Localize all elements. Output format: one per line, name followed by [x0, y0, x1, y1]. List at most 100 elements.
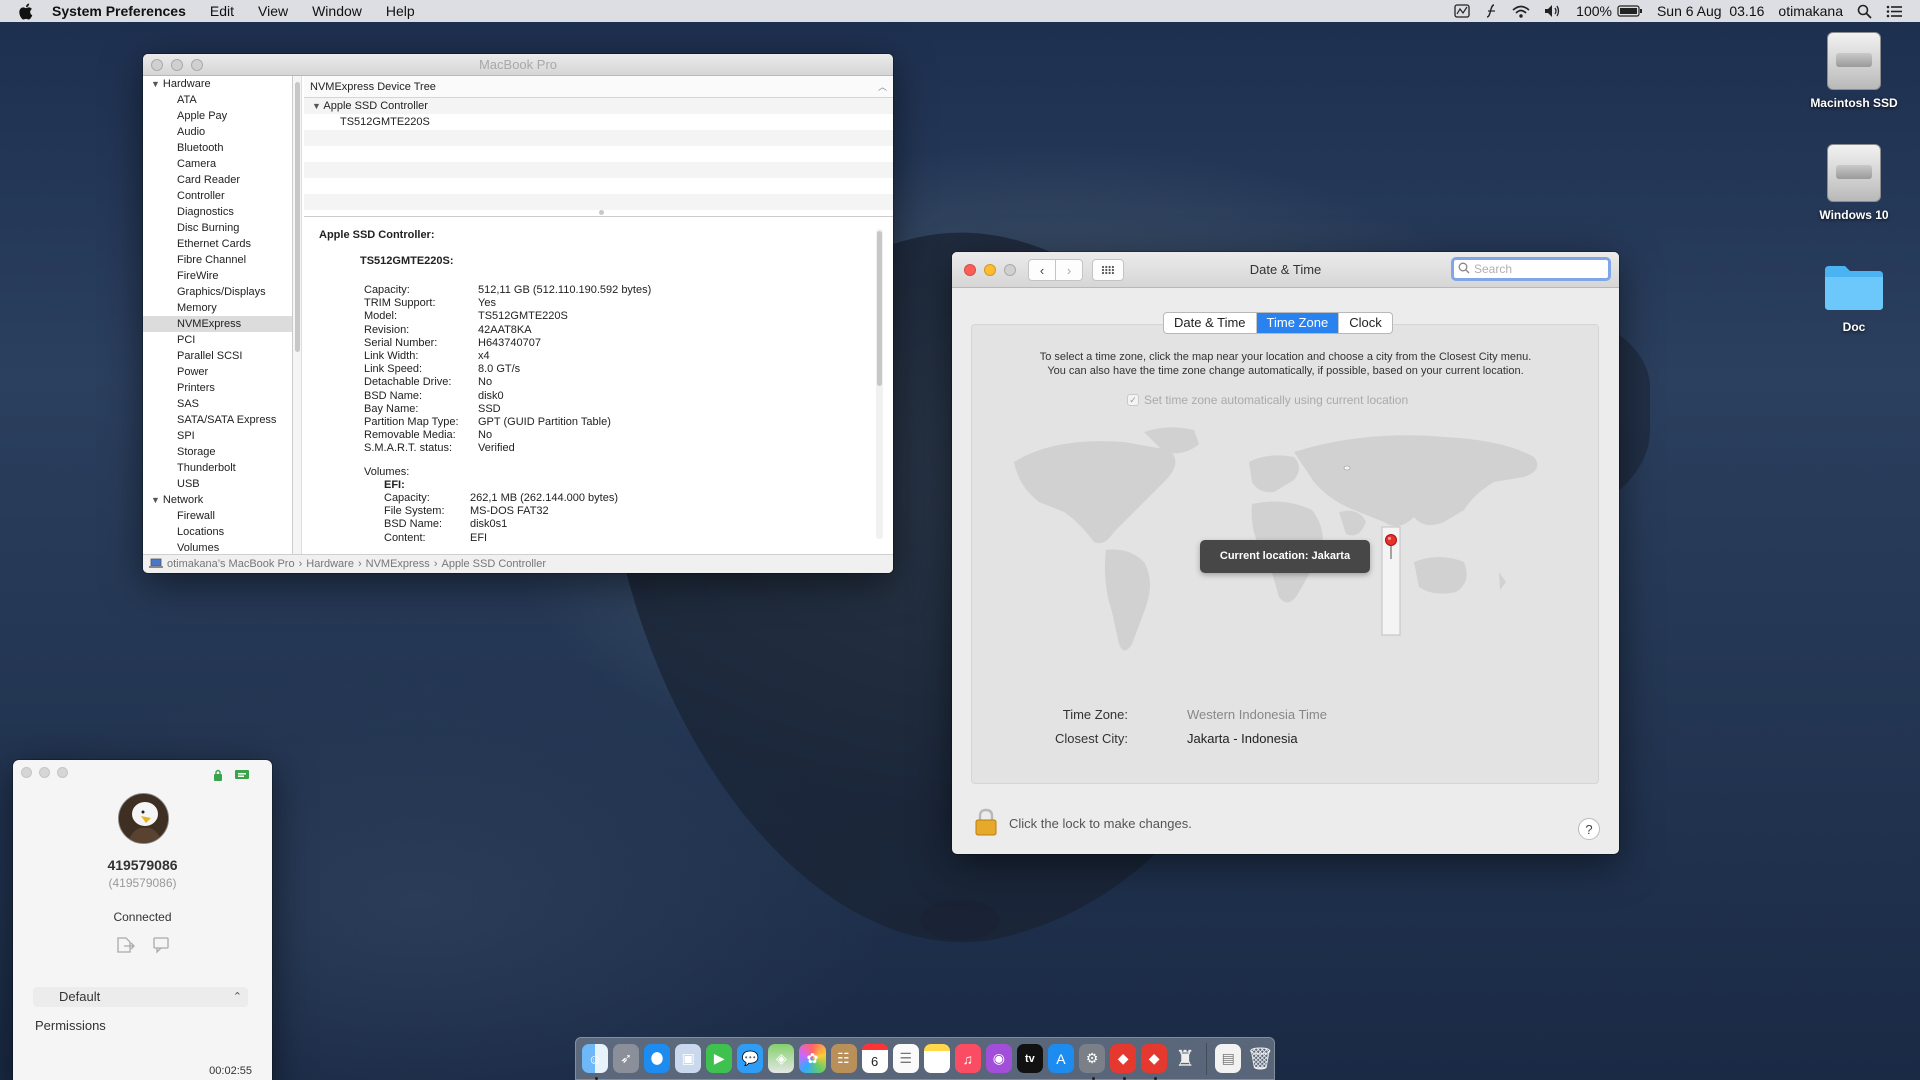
location-pin-icon[interactable] [1384, 534, 1398, 563]
sidebar-item-disc-burning[interactable]: Disc Burning [143, 220, 292, 236]
spotlight-search-icon[interactable] [1857, 4, 1872, 19]
maps-icon[interactable]: ◈ [768, 1044, 795, 1073]
desktop-icon-windows-10[interactable]: Windows 10 [1794, 144, 1914, 222]
chat-icon[interactable] [234, 769, 250, 785]
sidebar-item-nvmexpress[interactable]: NVMExpress [143, 316, 292, 332]
sidebar-item-apple-pay[interactable]: Apple Pay [143, 108, 292, 124]
tab-time-zone[interactable]: Time Zone [1256, 313, 1340, 333]
menu-user[interactable]: otimakana [1778, 3, 1843, 19]
anydesk-alt-icon[interactable]: ◆ [1141, 1044, 1168, 1080]
messages-icon[interactable]: 💬 [737, 1044, 764, 1073]
permissions-link[interactable]: Permissions [35, 1018, 106, 1033]
launchpad-icon[interactable]: ➶ [613, 1044, 640, 1073]
preview-icon[interactable]: ▣ [675, 1044, 702, 1073]
tab-clock[interactable]: Clock [1339, 313, 1392, 333]
sidebar-item-bluetooth[interactable]: Bluetooth [143, 140, 292, 156]
path-item[interactable]: Hardware [306, 558, 354, 570]
tv-icon[interactable]: tv [1016, 1044, 1043, 1073]
path-item[interactable]: Apple SSD Controller [441, 558, 546, 570]
path-item[interactable]: NVMExpress [366, 558, 430, 570]
search-input[interactable]: Search [1474, 262, 1512, 276]
sidebar-group-network[interactable]: ▼ Network [143, 492, 292, 508]
disclosure-triangle-icon[interactable]: ▼ [312, 101, 321, 111]
help-button[interactable]: ? [1578, 818, 1600, 840]
sidebar-item-firewire[interactable]: FireWire [143, 268, 292, 284]
path-item[interactable]: otimakana’s MacBook Pro [167, 558, 295, 570]
battery-percent[interactable]: 100% [1576, 3, 1612, 19]
disclosure-triangle-icon[interactable]: ▼ [151, 79, 160, 89]
lock-icon[interactable] [975, 808, 997, 839]
minimize-button[interactable] [39, 767, 50, 778]
script-icon[interactable] [1484, 4, 1498, 18]
reminders-icon[interactable]: ☰ [892, 1044, 919, 1073]
sidebar-item-spi[interactable]: SPI [143, 428, 292, 444]
tree-header[interactable]: NVMExpress Device Tree ︿ [304, 76, 893, 98]
app-store-icon[interactable]: A [1047, 1044, 1074, 1073]
anydesk-icon[interactable]: ◆ [1110, 1044, 1137, 1080]
sidebar-item-ethernet-cards[interactable]: Ethernet Cards [143, 236, 292, 252]
music-icon[interactable]: ♫ [954, 1044, 981, 1073]
sidebar-item-controller[interactable]: Controller [143, 188, 292, 204]
checkmark-icon[interactable]: ✓ [1127, 394, 1139, 406]
sidebar-item-audio[interactable]: Audio [143, 124, 292, 140]
sidebar-item-usb[interactable]: USB [143, 476, 292, 492]
sidebar-item-printers[interactable]: Printers [143, 380, 292, 396]
zoom-button[interactable] [57, 767, 68, 778]
auto-time-zone-checkbox[interactable]: ✓ Set time zone automatically using curr… [1127, 393, 1408, 407]
sidebar-scrollbar[interactable] [293, 76, 302, 554]
detail-scrollbar[interactable] [876, 229, 883, 539]
profile-select[interactable]: Default ⌃ [33, 987, 248, 1007]
menu-clock[interactable]: Sun 6 Aug 03.16 [1657, 3, 1764, 19]
file-transfer-icon[interactable] [116, 936, 136, 957]
sidebar-item-memory[interactable]: Memory [143, 300, 292, 316]
sidebar-item-thunderbolt[interactable]: Thunderbolt [143, 460, 292, 476]
sidebar-item-card-reader[interactable]: Card Reader [143, 172, 292, 188]
sidebar-item-sata-sata-express[interactable]: SATA/SATA Express [143, 412, 292, 428]
search-field[interactable]: Search [1451, 257, 1611, 281]
sidebar-group-hardware[interactable]: ▼ Hardware [143, 76, 292, 92]
split-divider-handle[interactable] [598, 210, 604, 215]
tree-row[interactable]: TS512GMTE220S [304, 114, 893, 130]
finder-icon[interactable]: ☺ [582, 1044, 609, 1080]
sidebar-item-parallel-scsi[interactable]: Parallel SCSI [143, 348, 292, 364]
menu-help[interactable]: Help [386, 3, 415, 19]
sidebar-item-camera[interactable]: Camera [143, 156, 292, 172]
volume-icon[interactable] [1544, 4, 1562, 18]
menu-view[interactable]: View [258, 3, 288, 19]
sidebar-item-volumes[interactable]: Volumes [143, 540, 292, 554]
tab-date-time[interactable]: Date & Time [1164, 313, 1257, 333]
sidebar-item-firewall[interactable]: Firewall [143, 508, 292, 524]
safari-icon[interactable]: ✦ [644, 1044, 671, 1073]
close-button[interactable] [21, 767, 32, 778]
documents-icon[interactable]: ▤ [1215, 1044, 1242, 1073]
notification-center-icon[interactable] [1886, 5, 1902, 18]
menu-edit[interactable]: Edit [210, 3, 234, 19]
podcasts-icon[interactable]: ◉ [985, 1044, 1012, 1073]
message-icon[interactable] [152, 936, 170, 957]
desktop-icon-macintosh-ssd[interactable]: Macintosh SSD [1794, 32, 1914, 110]
sidebar-item-sas[interactable]: SAS [143, 396, 292, 412]
photos-icon[interactable]: ✿ [799, 1044, 826, 1073]
activity-monitor-icon[interactable] [1454, 4, 1470, 18]
battery-icon[interactable] [1617, 5, 1643, 17]
chevron-up-icon[interactable]: ︿ [878, 76, 887, 98]
sidebar-item-ata[interactable]: ATA [143, 92, 292, 108]
disclosure-triangle-icon[interactable]: ▼ [151, 495, 160, 505]
sidebar-item-pci[interactable]: PCI [143, 332, 292, 348]
trash-icon[interactable]: 🗑 [1246, 1044, 1274, 1073]
tree-row[interactable]: ▼ Apple SSD Controller [304, 98, 893, 114]
sidebar-item-fibre-channel[interactable]: Fibre Channel [143, 252, 292, 268]
menu-window[interactable]: Window [312, 3, 362, 19]
notes-icon[interactable] [923, 1044, 950, 1073]
sidebar-item-diagnostics[interactable]: Diagnostics [143, 204, 292, 220]
contacts-icon[interactable]: ☷ [830, 1044, 857, 1073]
menu-app-name[interactable]: System Preferences [52, 3, 186, 19]
lock-control[interactable]: Click the lock to make changes. [975, 808, 1192, 839]
sidebar-item-graphics-displays[interactable]: Graphics/Displays [143, 284, 292, 300]
sidebar-item-storage[interactable]: Storage [143, 444, 292, 460]
sidebar-item-locations[interactable]: Locations [143, 524, 292, 540]
sidebar-item-power[interactable]: Power [143, 364, 292, 380]
apple-menu-icon[interactable] [18, 3, 36, 20]
calendar-icon[interactable]: 6 [861, 1044, 888, 1073]
system-preferences-icon[interactable]: ⚙ [1079, 1044, 1106, 1080]
